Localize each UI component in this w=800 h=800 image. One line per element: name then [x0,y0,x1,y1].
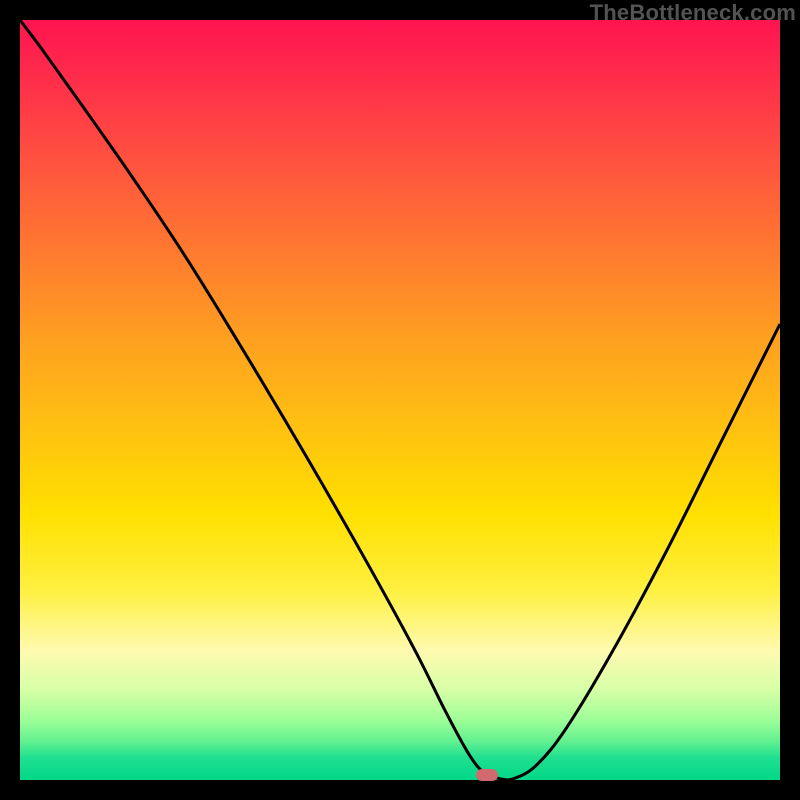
bottleneck-curve-svg [20,20,780,780]
bottleneck-curve-path [20,20,780,780]
chart-frame [20,20,780,780]
watermark-text: TheBottleneck.com [590,0,796,26]
optimal-point-marker [476,769,498,781]
